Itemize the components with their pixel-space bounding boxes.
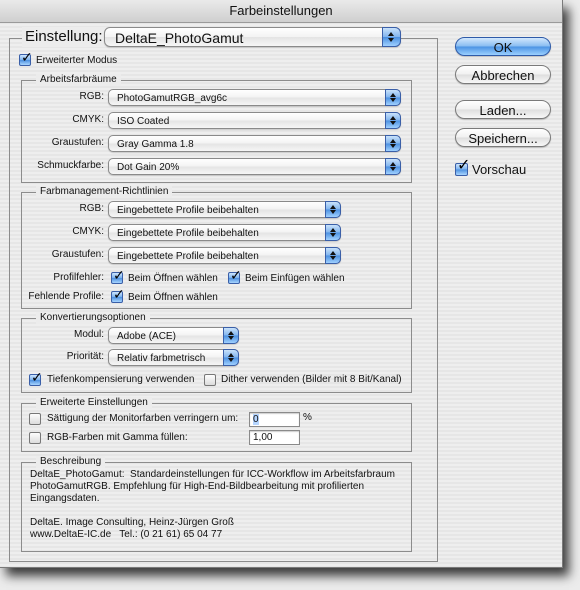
cancel-button[interactable]: Abbrechen (455, 65, 551, 84)
mismatch-open-label: Beim Öffnen wählen (128, 273, 218, 284)
blend-gamma-checkbox[interactable] (29, 432, 41, 444)
popup-arrows-icon (382, 27, 401, 47)
dither-checkbox[interactable] (204, 374, 216, 386)
ws-gray-label: Graustufen: (51, 137, 104, 148)
blend-gamma-label: RGB-Farben mit Gamma füllen: (47, 432, 188, 443)
policy-cmyk-label: CMYK: (72, 226, 104, 237)
preview-checkbox[interactable]: ✓ (455, 158, 470, 176)
ws-rgb-value: PhotoGamutRGB_avg6c (117, 93, 228, 104)
policy-cmyk-popup[interactable]: Eingebettete Profile beibehalten (108, 224, 341, 241)
popup-arrows-icon (385, 158, 401, 175)
popup-arrows-icon (223, 349, 239, 366)
load-button[interactable]: Laden... (455, 100, 551, 119)
advanced-mode-checkbox[interactable]: ✓ (19, 50, 33, 66)
desaturate-value: 0 (253, 414, 259, 425)
blend-gamma-value: 1,00 (253, 432, 273, 443)
desaturate-checkbox[interactable] (29, 413, 41, 425)
missing-profiles-label: Fehlende Profile: (28, 291, 104, 302)
ws-spot-value: Dot Gain 20% (117, 162, 180, 173)
advanced-title: Erweiterte Einstellungen (36, 397, 152, 409)
policy-rgb-popup[interactable]: Eingebettete Profile beibehalten (108, 201, 341, 218)
ws-spot-label: Schmuckfarbe: (37, 160, 104, 171)
popup-arrows-icon (385, 112, 401, 129)
black-point-checkbox[interactable]: ✓ (29, 370, 43, 386)
policy-rgb-value: Eingebettete Profile beibehalten (117, 205, 259, 216)
ws-rgb-popup[interactable]: PhotoGamutRGB_avg6c (108, 89, 401, 106)
profile-mismatch-label: Profilfehler: (53, 272, 104, 283)
engine-value: Adobe (ACE) (117, 331, 176, 342)
conversion-title: Konvertierungsoptionen (36, 312, 150, 324)
working-spaces-title: Arbeitsfarbräume (36, 74, 121, 86)
popup-arrows-icon (385, 89, 401, 106)
color-settings-dialog: Farbeinstellungen Einstellung: DeltaE_Ph… (0, 0, 563, 568)
policy-cmyk-value: Eingebettete Profile beibehalten (117, 228, 259, 239)
dialog-title: Farbeinstellungen (0, 0, 562, 23)
policy-rgb-label: RGB: (79, 203, 104, 214)
desaturate-label: Sättigung der Monitorfarben verringern u… (47, 413, 239, 424)
mismatch-open-checkbox[interactable]: ✓ (111, 268, 125, 284)
popup-arrows-icon (325, 201, 341, 218)
missing-open-checkbox[interactable]: ✓ (111, 287, 125, 303)
popup-arrows-icon (325, 224, 341, 241)
ok-button[interactable]: OK (455, 37, 551, 56)
ws-spot-popup[interactable]: Dot Gain 20% (108, 158, 401, 175)
desaturate-unit: % (303, 412, 312, 423)
settings-label: Einstellung: (22, 27, 106, 47)
black-point-label: Tiefenkompensierung verwenden (47, 374, 195, 385)
intent-value: Relativ farbmetrisch (117, 353, 206, 364)
ws-cmyk-value: ISO Coated (117, 116, 170, 127)
description-title: Beschreibung (36, 456, 106, 468)
desaturate-input[interactable]: 0 (249, 412, 300, 427)
policy-gray-value: Eingebettete Profile beibehalten (117, 251, 259, 262)
missing-open-label: Beim Öffnen wählen (128, 292, 218, 303)
ws-cmyk-popup[interactable]: ISO Coated (108, 112, 401, 129)
ws-rgb-label: RGB: (79, 91, 104, 102)
policy-gray-popup[interactable]: Eingebettete Profile beibehalten (108, 247, 341, 264)
save-button[interactable]: Speichern... (455, 128, 551, 147)
intent-popup[interactable]: Relativ farbmetrisch (108, 349, 239, 366)
engine-popup[interactable]: Adobe (ACE) (108, 327, 239, 344)
intent-label: Priorität: (66, 351, 104, 362)
ws-gray-popup[interactable]: Gray Gamma 1.8 (108, 135, 401, 152)
dither-label: Dither verwenden (Bilder mit 8 Bit/Kanal… (221, 374, 402, 385)
policies-title: Farbmanagement-Richtlinien (36, 186, 173, 198)
mismatch-paste-label: Beim Einfügen wählen (245, 273, 345, 284)
ws-gray-value: Gray Gamma 1.8 (117, 139, 194, 150)
settings-popup[interactable]: DeltaE_PhotoGamut (104, 27, 401, 47)
popup-arrows-icon (385, 135, 401, 152)
mismatch-paste-checkbox[interactable]: ✓ (228, 268, 242, 284)
policy-gray-label: Graustufen: (51, 249, 104, 260)
blend-gamma-input[interactable]: 1,00 (249, 430, 300, 445)
preview-label: Vorschau (472, 162, 527, 177)
settings-value: DeltaE_PhotoGamut (115, 30, 244, 46)
ws-cmyk-label: CMYK: (72, 114, 104, 125)
popup-arrows-icon (325, 247, 341, 264)
engine-label: Modul: (73, 329, 104, 340)
description-text: DeltaE_PhotoGamut: Standardeinstellungen… (30, 469, 395, 540)
popup-arrows-icon (223, 327, 239, 344)
advanced-mode-label: Erweiterter Modus (36, 55, 118, 66)
